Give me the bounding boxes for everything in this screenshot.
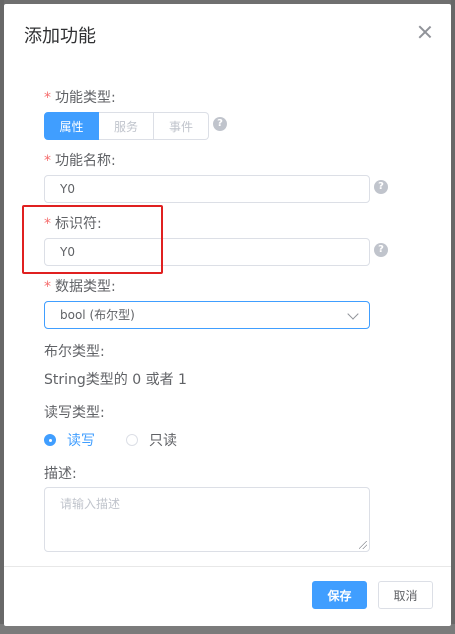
dialog-header: 添加功能 (4, 4, 451, 64)
description-placeholder: 请输入描述 (60, 497, 121, 511)
required-asterisk: * (44, 153, 51, 169)
rw-option-read-write[interactable]: 读写 (44, 430, 95, 450)
radio-unchecked-icon (126, 434, 138, 446)
description-label: 描述: (44, 466, 77, 482)
rw-option-read-only[interactable]: 只读 (126, 430, 177, 450)
rw-type-label: 读写类型: (44, 405, 105, 421)
bool-type-value: String类型的 0 或者 1 (44, 372, 187, 388)
close-icon[interactable] (417, 24, 433, 40)
function-name-input[interactable]: Y0 (44, 175, 370, 203)
radio-checked-icon (44, 434, 56, 446)
data-type-selected-value: bool (布尔型) (60, 308, 135, 322)
footer-divider (4, 566, 451, 567)
chevron-down-icon (347, 308, 359, 320)
description-textarea[interactable]: 请输入描述 (44, 487, 370, 552)
dialog-title: 添加功能 (24, 26, 96, 47)
data-type-label-text: 数据类型: (55, 279, 116, 295)
function-type-option-event[interactable]: 事件 (154, 112, 209, 140)
data-type-select[interactable]: bool (布尔型) (44, 301, 370, 329)
question-circle-icon[interactable]: ? (374, 243, 388, 257)
function-name-label-text: 功能名称: (55, 153, 116, 169)
required-asterisk: * (44, 90, 51, 106)
save-button[interactable]: 保存 (312, 581, 367, 609)
identifier-highlight-box (22, 205, 163, 274)
question-circle-icon[interactable]: ? (374, 180, 388, 194)
add-function-dialog: 添加功能 * 功能类型: 属性 服务 事件 ? * 功能名称: Y0 ? * 标识符:… (4, 4, 451, 626)
function-type-label-text: 功能类型: (55, 90, 116, 106)
function-type-option-property[interactable]: 属性 (44, 112, 99, 140)
rw-option-read-only-label: 只读 (149, 433, 177, 449)
function-type-label: * 功能类型: (44, 89, 116, 107)
resize-grip-icon[interactable] (359, 541, 367, 549)
required-asterisk: * (44, 279, 51, 295)
rw-option-read-write-label: 读写 (67, 433, 95, 449)
cancel-button[interactable]: 取消 (378, 581, 433, 609)
function-name-label: * 功能名称: (44, 152, 116, 170)
function-type-radio-group: 属性 服务 事件 (44, 112, 209, 140)
backdrop-right-edge (451, 0, 455, 634)
data-type-label: * 数据类型: (44, 278, 116, 296)
function-type-option-service[interactable]: 服务 (99, 112, 154, 140)
question-circle-icon[interactable]: ? (213, 117, 227, 131)
bool-type-label: 布尔类型: (44, 344, 105, 360)
